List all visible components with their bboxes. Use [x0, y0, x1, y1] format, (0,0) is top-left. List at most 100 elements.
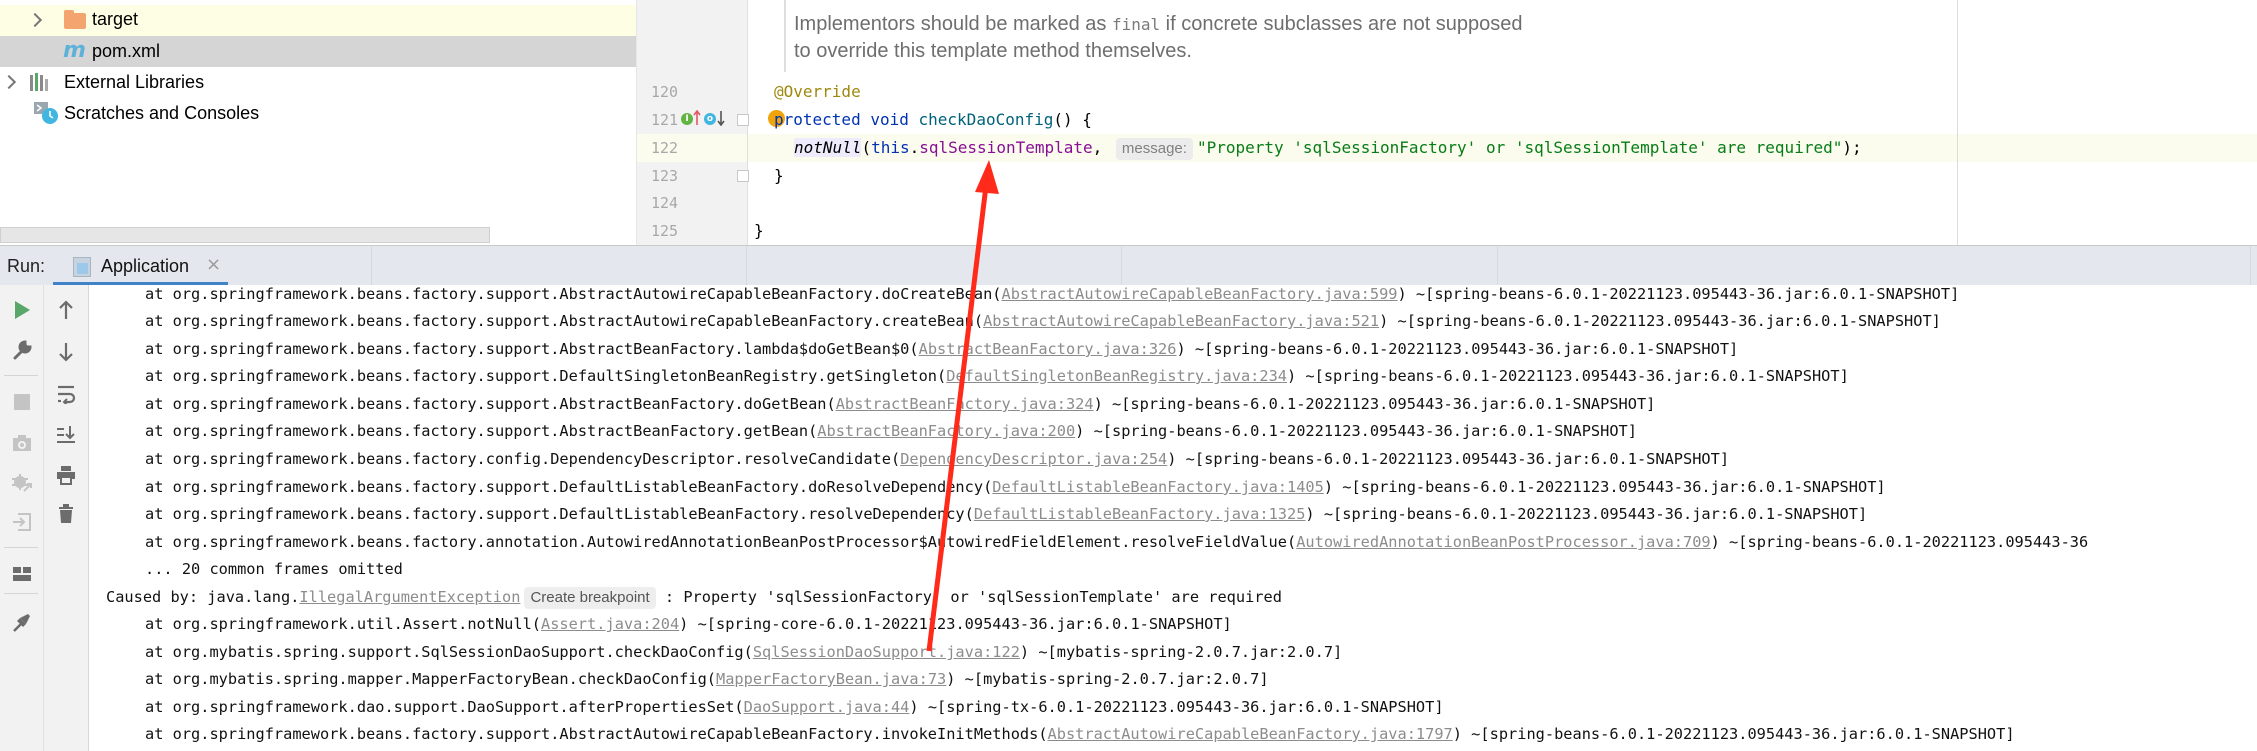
source-link[interactable]: AbstractAutowireCapableBeanFactory.java:… — [1001, 285, 1397, 303]
caused-by-line: Caused by: java.lang.IllegalArgumentExce… — [106, 584, 1282, 611]
annotation: @Override — [774, 82, 861, 101]
layout-icon[interactable] — [0, 559, 44, 589]
code-editor[interactable]: Implementors should be marked as final i… — [636, 0, 2257, 245]
stack-frame-line: at org.springframework.beans.factory.sup… — [145, 418, 1637, 445]
doc-comment-line: to override this template method themsel… — [794, 40, 1192, 62]
line-number: 125 — [651, 222, 679, 240]
toolbar-separator — [4, 547, 38, 548]
fold-marker-icon[interactable] — [737, 114, 749, 126]
source-link[interactable]: AbstractAutowireCapableBeanFactory.java:… — [1048, 725, 1453, 743]
source-link[interactable]: MapperFactoryBean.java:73 — [716, 670, 946, 688]
frame-text: at org.springframework.beans.factory.sup… — [145, 367, 947, 385]
frame-text: at org.springframework.beans.factory.sup… — [145, 422, 818, 440]
stop-icon[interactable] — [0, 387, 44, 417]
code-line-122[interactable]: notNull(this.sqlSessionTemplate, message… — [794, 134, 1862, 162]
tree-item-label: External Libraries — [64, 72, 205, 92]
run-label: Run: — [7, 256, 46, 276]
source-link[interactable]: AbstractBeanFactory.java:200 — [817, 422, 1075, 440]
rerun-icon[interactable] — [0, 295, 44, 325]
code-line-121[interactable]: protected void checkDaoConfig() { — [774, 106, 1092, 134]
arrow-down-icon — [717, 111, 725, 126]
code-punct: ( — [861, 138, 872, 157]
cause-message: : Property 'sqlSessionFactory' or 'sqlSe… — [655, 588, 1282, 606]
tree-item-scratches[interactable]: Scratches and Consoles — [0, 98, 636, 129]
field-reference[interactable]: sqlSessionTemplate — [919, 138, 1092, 157]
tree-item-label: pom.xml — [92, 41, 161, 61]
frame-jar: ) ~[spring-beans-6.0.1-20221123.095443-3… — [1287, 367, 1849, 385]
source-link[interactable]: AbstractBeanFactory.java:324 — [836, 395, 1094, 413]
code-line-120[interactable]: @Override — [774, 78, 861, 106]
frame-text: at org.springframework.beans.factory.sup… — [145, 285, 1002, 303]
create-breakpoint-button[interactable]: Create breakpoint — [524, 587, 656, 609]
horizontal-scrollbar[interactable] — [0, 227, 490, 243]
import-icon[interactable] — [0, 507, 44, 537]
line-number: 124 — [651, 194, 679, 212]
code-line-125[interactable]: } — [754, 217, 764, 245]
frame-jar: ) ~[spring-beans-6.0.1-20221123.095443-3… — [1167, 450, 1730, 468]
overrides-marker-icon[interactable]: o — [704, 113, 716, 125]
tree-item-pom-xml[interactable]: m pom.xml — [0, 36, 636, 67]
right-margin-guide — [1957, 0, 1958, 245]
run-toolbar-left — [0, 285, 44, 751]
string-literal: "Property 'sqlSessionFactory' or 'sqlSes… — [1196, 138, 1843, 157]
soft-wrap-icon[interactable] — [44, 379, 88, 409]
fold-marker-icon[interactable] — [737, 170, 749, 182]
stack-frame-line: at org.springframework.beans.factory.con… — [145, 446, 1729, 473]
doc-comment-line: Implementors should be marked as final i… — [794, 13, 1523, 36]
project-tree: target m pom.xml External Libraries Scra… — [0, 0, 636, 245]
source-link[interactable]: AbstractAutowireCapableBeanFactory.java:… — [983, 312, 1379, 330]
method-call: notNull — [794, 138, 862, 157]
frame-text: at org.springframework.beans.factory.sup… — [145, 312, 984, 330]
frame-jar: ) ~[spring-tx-6.0.1-20221123.095443-36.j… — [909, 698, 1444, 716]
source-link[interactable]: DependencyDescriptor.java:254 — [900, 450, 1167, 468]
source-link[interactable]: DaoSupport.java:44 — [744, 698, 910, 716]
wrench-icon[interactable] — [0, 335, 44, 365]
console-output[interactable]: at org.springframework.beans.factory.sup… — [89, 285, 2257, 751]
line-number: 120 — [651, 83, 679, 101]
tree-item-label: target — [92, 9, 139, 29]
cause-prefix: Caused by: java.lang. — [106, 588, 300, 606]
stack-frame-line: at org.mybatis.spring.support.SqlSession… — [145, 639, 1342, 666]
source-link[interactable]: Assert.java:204 — [541, 615, 679, 633]
toolbar-separator — [4, 375, 38, 376]
source-link[interactable]: DefaultListableBeanFactory.java:1325 — [974, 505, 1306, 523]
frame-jar: ) ~[spring-beans-6.0.1-20221123.095443-3… — [1323, 478, 1886, 496]
arrow-down-icon[interactable] — [44, 337, 88, 367]
code-line-123[interactable]: } — [774, 162, 784, 190]
chevron-right-icon[interactable] — [27, 12, 43, 28]
source-link[interactable]: SqlSessionDaoSupport.java:122 — [753, 643, 1020, 661]
header-divider — [746, 246, 747, 286]
tree-item-target[interactable]: target — [0, 5, 636, 36]
debug-exit-icon[interactable] — [0, 468, 44, 498]
scroll-to-end-icon[interactable] — [44, 419, 88, 449]
print-icon[interactable] — [44, 460, 88, 490]
header-divider — [2250, 246, 2251, 286]
arrow-up-icon[interactable] — [44, 295, 88, 325]
source-link[interactable]: DefaultListableBeanFactory.java:1405 — [992, 478, 1324, 496]
keyword: void — [870, 110, 909, 129]
exception-link[interactable]: IllegalArgumentException — [299, 588, 520, 606]
tree-item-label: Scratches and Consoles — [64, 103, 260, 123]
frame-jar: ) ~[mybatis-spring-2.0.7.jar:2.0.7] — [1019, 643, 1343, 661]
close-icon[interactable]: × — [206, 254, 221, 275]
pin-icon[interactable] — [0, 607, 44, 637]
frames-omitted-line: ... 20 common frames omitted — [145, 560, 403, 578]
source-link[interactable]: DefaultSingletonBeanRegistry.java:234 — [946, 367, 1287, 385]
source-link[interactable]: AutowiredAnnotationBeanPostProcessor.jav… — [1296, 533, 1710, 551]
frame-text: at org.springframework.beans.factory.sup… — [145, 478, 993, 496]
tab-label: Application — [101, 256, 190, 276]
console-icon — [73, 257, 91, 277]
camera-icon[interactable] — [0, 428, 44, 458]
run-toolwindow-header: Run: Application × — [0, 245, 2257, 286]
stack-frame-line: at org.springframework.beans.factory.sup… — [145, 391, 1655, 418]
tree-item-external-libraries[interactable]: External Libraries — [0, 67, 636, 98]
trash-icon[interactable] — [44, 499, 88, 529]
frame-text: at org.springframework.util.Assert.notNu… — [145, 615, 542, 633]
chevron-right-icon[interactable] — [1, 74, 17, 90]
source-link[interactable]: AbstractBeanFactory.java:326 — [919, 340, 1177, 358]
frame-text: at org.springframework.beans.factory.ann… — [145, 533, 1297, 551]
tab-application[interactable]: Application × — [53, 246, 228, 286]
line-number: 123 — [651, 167, 679, 185]
frame-jar: ) ~[spring-beans-6.0.1-20221123.095443-3… — [1452, 725, 2015, 743]
implements-marker-icon[interactable]: I — [681, 113, 693, 125]
